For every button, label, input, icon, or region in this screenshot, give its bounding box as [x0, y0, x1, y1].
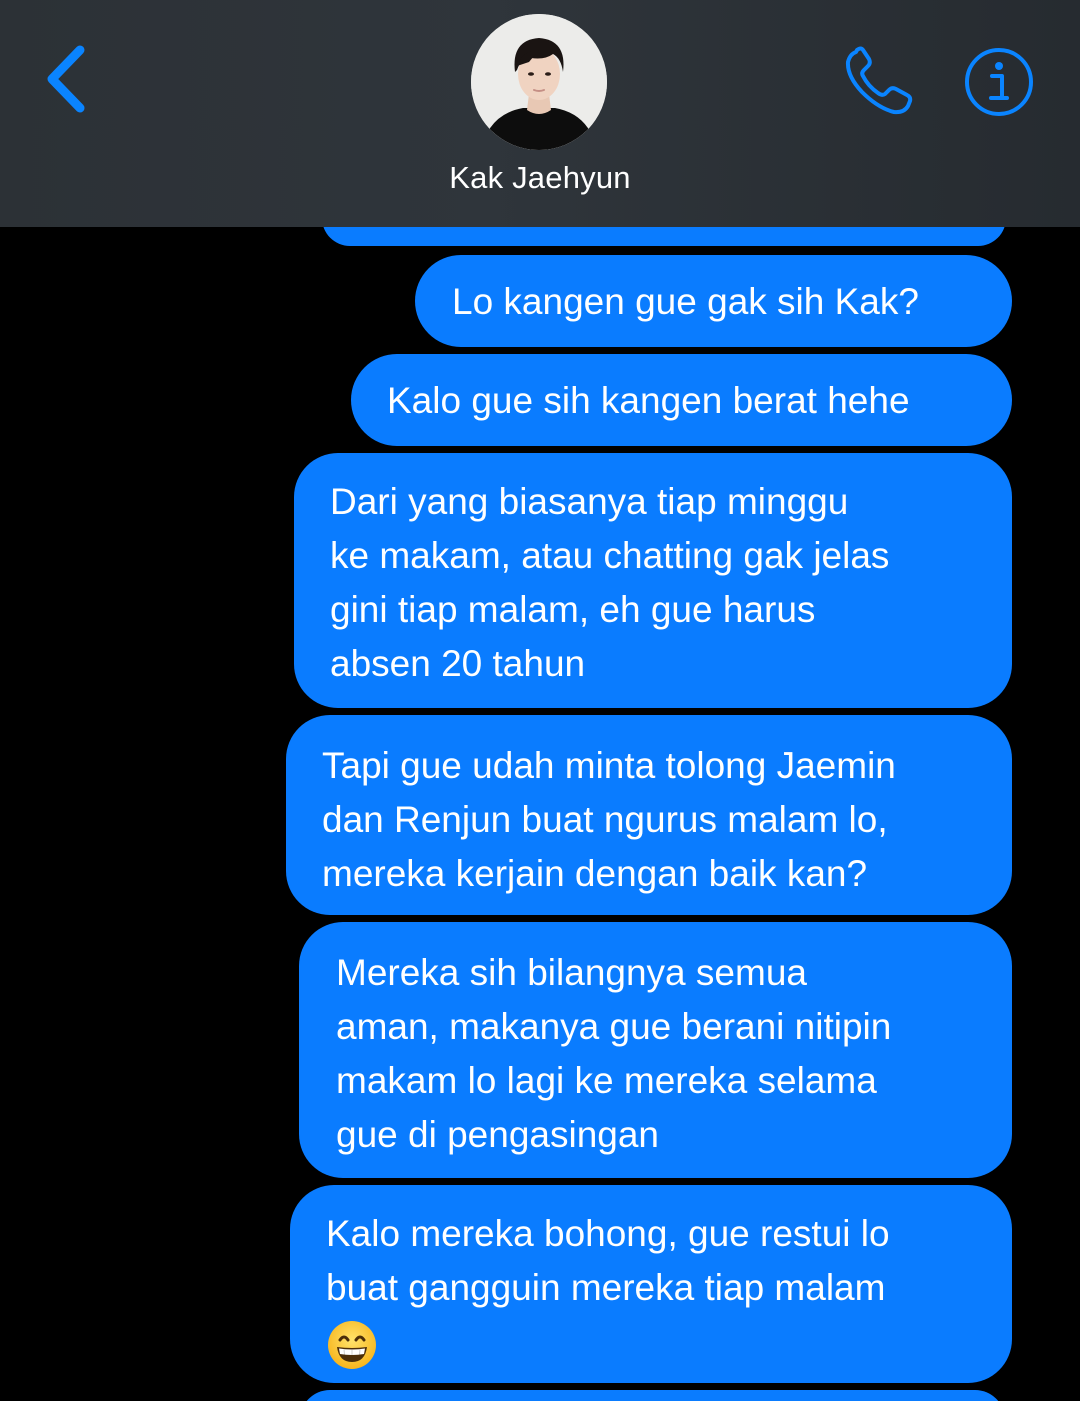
message-bubble[interactable]: Tapi gue udah minta tolong Jaemin dan Re…: [286, 715, 1012, 915]
conversation-header: Kak Jaehyun: [0, 0, 1080, 227]
message-bubble-partial-bottom[interactable]: [300, 1390, 1005, 1401]
phone-icon: [845, 46, 913, 115]
message-bubble[interactable]: Mereka sih bilangnya semua aman, makanya…: [299, 922, 1012, 1178]
message-text: Kalo gue sih kangen berat hehe: [387, 380, 910, 421]
message-text: Lo kangen gue gak sih Kak?: [452, 281, 919, 322]
message-text: Dari yang biasanya tiap minggu ke makam,…: [330, 481, 890, 684]
info-button[interactable]: [962, 45, 1036, 119]
call-button[interactable]: [842, 46, 918, 118]
chevron-left-icon: [47, 45, 85, 113]
message-bubble[interactable]: Kalo mereka bohong, gue restui lo buat g…: [290, 1185, 1012, 1383]
message-bubble[interactable]: Lo kangen gue gak sih Kak?: [415, 255, 1012, 347]
message-text: Kalo mereka bohong, gue restui lo buat g…: [326, 1213, 890, 1308]
info-icon: [965, 48, 1033, 116]
chat-screen: Lo kangen gue gak sih Kak? Kalo gue sih …: [0, 0, 1080, 1401]
back-button[interactable]: [40, 40, 96, 120]
grinning-face-icon: [326, 1319, 378, 1371]
contact-avatar[interactable]: [471, 14, 607, 150]
message-text: Mereka sih bilangnya semua aman, makanya…: [336, 952, 892, 1155]
message-text: Tapi gue udah minta tolong Jaemin dan Re…: [322, 745, 896, 894]
message-bubble[interactable]: Kalo gue sih kangen berat hehe: [351, 354, 1012, 446]
message-bubble[interactable]: Dari yang biasanya tiap minggu ke makam,…: [294, 453, 1012, 708]
contact-name[interactable]: Kak Jaehyun: [0, 160, 1080, 196]
avatar-photo: [471, 14, 607, 150]
